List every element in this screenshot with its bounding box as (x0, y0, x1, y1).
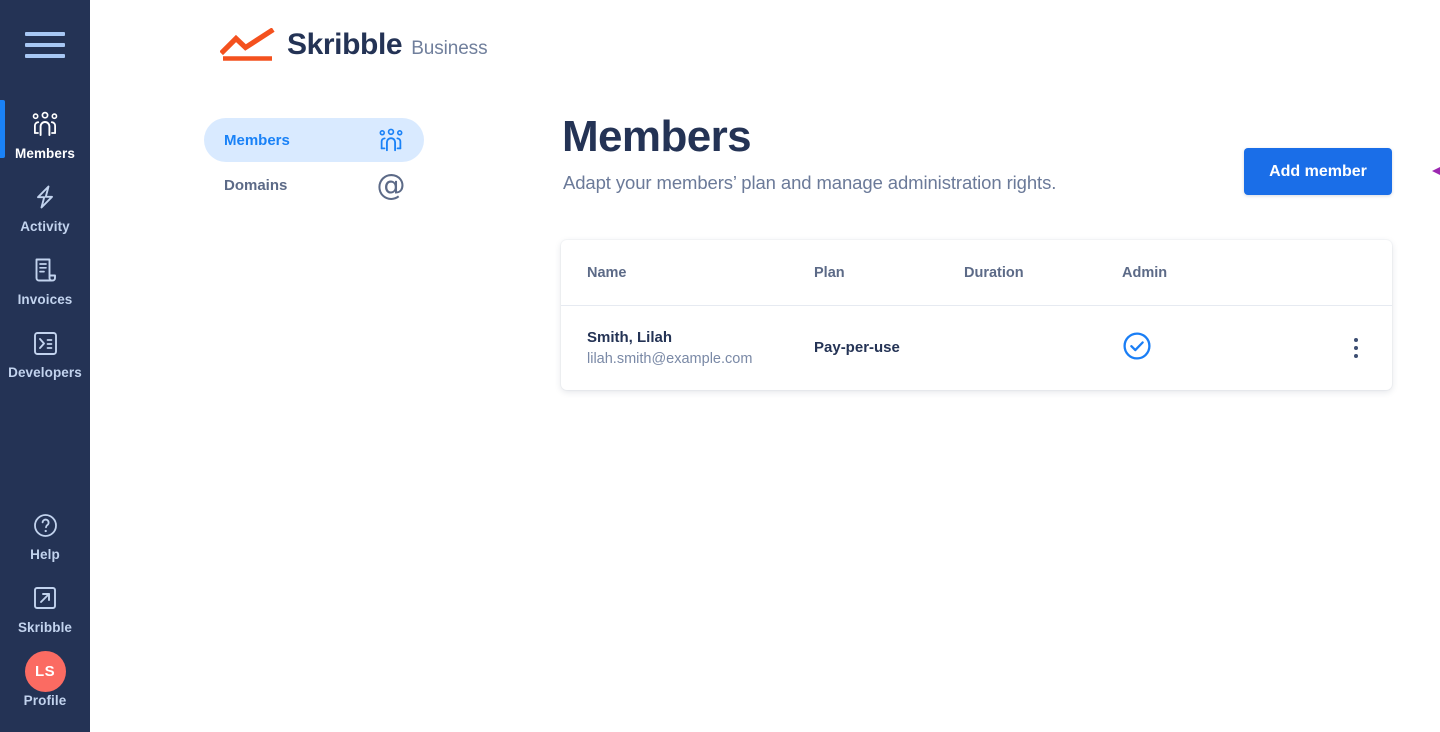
at-sign-icon: @ (376, 167, 406, 202)
member-name: Smith, Lilah (587, 329, 673, 346)
sidebar-item-label: Profile (23, 693, 67, 708)
hamburger-bar (25, 43, 65, 47)
kebab-dot (1354, 338, 1358, 342)
section-tabs: Members Domains @ (204, 118, 424, 207)
table-row[interactable]: Smith, Lilah lilah.smith@example.com Pay… (561, 306, 1392, 390)
left-pointing-arrow-annotation (1398, 152, 1440, 195)
cell-plan: Pay-per-use (814, 339, 964, 357)
page-subtitle: Adapt your members’ plan and manage admi… (563, 172, 1057, 193)
hamburger-bar (25, 54, 65, 58)
main-content: Skribble Business Members Domains @ Memb… (90, 0, 1440, 732)
hamburger-bar (25, 32, 65, 36)
sidebar-item-profile[interactable]: LS Profile (0, 645, 90, 718)
column-header-duration: Duration (964, 264, 1024, 281)
column-header-plan: Plan (814, 264, 845, 281)
external-link-icon (32, 581, 58, 615)
avatar: LS (24, 650, 66, 692)
column-header-name: Name (587, 264, 627, 281)
brand-name: Skribble (287, 28, 403, 61)
sidebar-item-label: Members (15, 146, 75, 161)
kebab-dot (1354, 346, 1358, 350)
document-invoice-icon (32, 253, 58, 287)
tab-label: Members (224, 131, 290, 149)
cell-admin (1122, 331, 1312, 366)
sidebar-item-help[interactable]: Help (0, 499, 90, 572)
column-header-admin: Admin (1122, 264, 1168, 281)
sidebar-item-label: Activity (20, 219, 70, 234)
app-root: Members Activity Invoices Developers Hel… (0, 0, 1440, 732)
member-email: lilah.smith@example.com (587, 351, 753, 367)
brand-suffix: Business (411, 38, 488, 59)
question-circle-icon (32, 508, 59, 542)
skribble-chart-logo-icon (219, 27, 278, 67)
kebab-menu-icon[interactable] (1350, 334, 1362, 362)
terminal-code-icon (32, 326, 59, 360)
check-circle-icon[interactable] (1122, 331, 1152, 365)
page-title: Members (562, 112, 752, 161)
main-sidebar: Members Activity Invoices Developers Hel… (0, 0, 90, 732)
members-group-icon (376, 127, 406, 153)
cell-name: Smith, Lilah lilah.smith@example.com (561, 329, 814, 367)
avatar-initials: LS (24, 650, 66, 692)
tab-members[interactable]: Members (204, 118, 424, 162)
sidebar-item-invoices[interactable]: Invoices (0, 244, 90, 317)
table-header-row: Name Plan Duration Admin (561, 240, 1392, 306)
hamburger-menu-icon[interactable] (25, 32, 65, 58)
member-plan: Pay-per-use (814, 339, 900, 356)
sidebar-item-label: Skribble (17, 620, 73, 635)
sidebar-item-developers[interactable]: Developers (0, 317, 90, 390)
sidebar-secondary-nav: Help Skribble LS Profile (0, 499, 90, 732)
brand-logo[interactable]: Skribble Business (219, 27, 488, 67)
kebab-dot (1354, 354, 1358, 358)
lightning-bolt-icon (31, 180, 59, 214)
members-table: Name Plan Duration Admin Smith, Lilah li… (561, 240, 1392, 390)
members-group-icon (30, 107, 60, 141)
tab-label: Domains (224, 176, 288, 194)
tab-domains[interactable]: Domains @ (204, 163, 424, 207)
add-member-button[interactable]: Add member (1244, 148, 1392, 195)
sidebar-item-skribble[interactable]: Skribble (0, 572, 90, 645)
sidebar-item-label: Help (30, 547, 60, 562)
sidebar-item-members[interactable]: Members (0, 98, 90, 171)
cell-actions (1312, 334, 1392, 362)
sidebar-item-activity[interactable]: Activity (0, 171, 90, 244)
sidebar-item-label: Invoices (17, 292, 73, 307)
sidebar-primary-nav: Members Activity Invoices Developers (0, 98, 90, 390)
sidebar-item-label: Developers (8, 365, 82, 380)
